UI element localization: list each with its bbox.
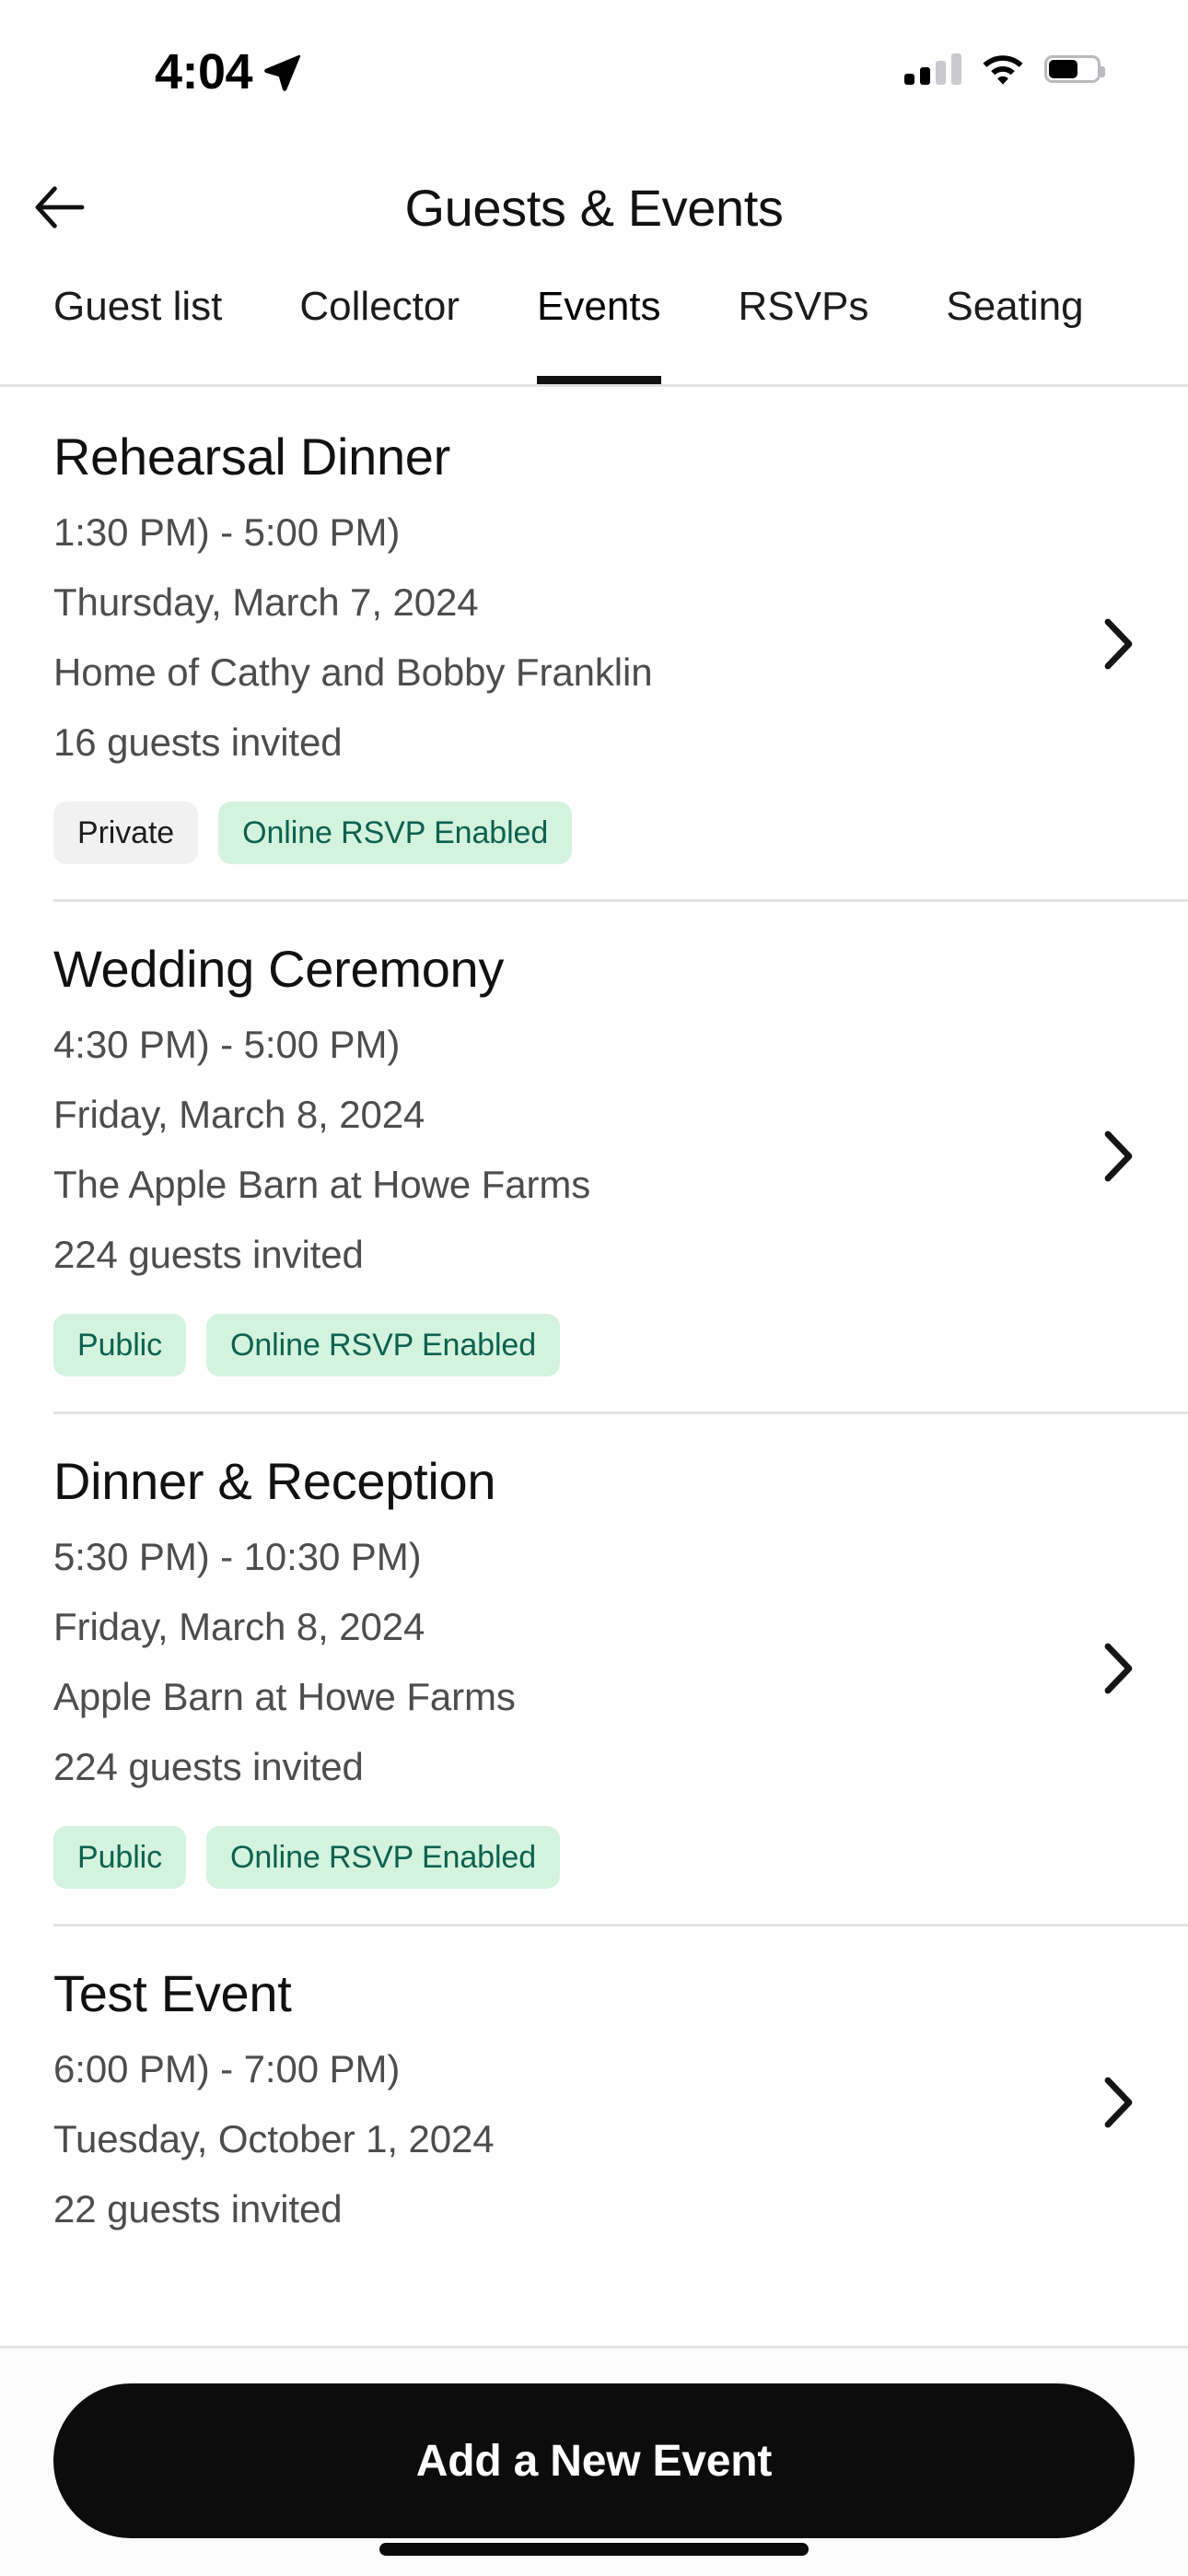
- event-title: Rehearsal Dinner: [53, 427, 450, 486]
- event-list-item[interactable]: Rehearsal Dinner 1:30 PM) - 5:00 PM) Thu…: [0, 387, 1188, 899]
- back-button[interactable]: [20, 168, 99, 247]
- chevron-right-icon: [1104, 2077, 1133, 2128]
- arrow-left-icon: [35, 186, 85, 228]
- event-details: Rehearsal Dinner 1:30 PM) - 5:00 PM) Thu…: [53, 424, 1072, 864]
- status-bar-indicators: [904, 53, 1105, 85]
- event-date: Thursday, March 7, 2024: [53, 580, 479, 624]
- battery-icon: [1044, 55, 1105, 83]
- event-time: 4:30 PM) - 5:00 PM): [53, 1023, 401, 1066]
- wifi-icon: [983, 55, 1023, 85]
- event-list-item[interactable]: Wedding Ceremony 4:30 PM) - 5:00 PM) Fri…: [0, 899, 1188, 1411]
- page-title: Guests & Events: [404, 178, 784, 237]
- event-disclosure-button[interactable]: [1087, 1636, 1151, 1701]
- tab-rsvps[interactable]: RSVPs: [739, 267, 869, 384]
- event-title: Dinner & Reception: [53, 1452, 496, 1510]
- chevron-right-icon: [1104, 618, 1133, 670]
- chevron-right-icon: [1104, 1643, 1133, 1694]
- status-badge-visibility: Private: [53, 802, 199, 864]
- status-badge-rsvp: Online RSVP Enabled: [218, 802, 573, 864]
- event-disclosure-button[interactable]: [1087, 612, 1151, 676]
- event-details: Dinner & Reception 5:30 PM) - 10:30 PM) …: [53, 1448, 1072, 1889]
- status-badge-rsvp: Online RSVP Enabled: [206, 1314, 561, 1376]
- event-date: Tuesday, October 1, 2024: [53, 2117, 495, 2160]
- tab-guest-list[interactable]: Guest list: [53, 267, 222, 384]
- event-badges: Public Online RSVP Enabled: [53, 1314, 1072, 1376]
- event-location: The Apple Barn at Howe Farms: [53, 1163, 591, 1206]
- status-badge-rsvp: Online RSVP Enabled: [206, 1826, 561, 1889]
- event-time: 1:30 PM) - 5:00 PM): [53, 510, 401, 554]
- event-list-item[interactable]: Dinner & Reception 5:30 PM) - 10:30 PM) …: [0, 1411, 1188, 1924]
- events-list[interactable]: Rehearsal Dinner 1:30 PM) - 5:00 PM) Thu…: [0, 387, 1188, 2346]
- event-guest-count: 16 guests invited: [53, 720, 343, 764]
- event-time: 6:00 PM) - 7:00 PM): [53, 2047, 401, 2090]
- status-badge-visibility: Public: [53, 1314, 187, 1376]
- event-disclosure-button[interactable]: [1087, 2070, 1151, 2135]
- navigation-bar: Guests & Events: [0, 147, 1188, 267]
- cellular-signal-icon: [904, 53, 961, 85]
- event-location: Home of Cathy and Bobby Franklin: [53, 650, 653, 694]
- event-guest-count: 22 guests invited: [53, 2187, 343, 2231]
- chevron-right-icon: [1104, 1130, 1133, 1182]
- event-disclosure-button[interactable]: [1087, 1124, 1151, 1188]
- event-location: Apple Barn at Howe Farms: [53, 1675, 516, 1718]
- location-arrow-icon: [264, 54, 301, 91]
- app-screen: 4:04 Guests & Events Guest list Collecto…: [0, 0, 1188, 2576]
- event-badges: Private Online RSVP Enabled: [53, 802, 1072, 864]
- tab-seating[interactable]: Seating: [946, 267, 1083, 384]
- status-bar: 4:04: [0, 0, 1188, 147]
- event-time: 5:30 PM) - 10:30 PM): [53, 1535, 422, 1578]
- event-list-item[interactable]: Test Event 6:00 PM) - 7:00 PM) Tuesday, …: [0, 1924, 1188, 2279]
- home-indicator: [379, 2543, 809, 2556]
- event-title: Test Event: [53, 1964, 292, 2022]
- status-bar-time: 4:04: [155, 44, 253, 100]
- event-details: Wedding Ceremony 4:30 PM) - 5:00 PM) Fri…: [53, 936, 1072, 1376]
- event-title: Wedding Ceremony: [53, 940, 505, 998]
- add-new-event-button[interactable]: Add a New Event: [53, 2383, 1135, 2538]
- event-details: Test Event 6:00 PM) - 7:00 PM) Tuesday, …: [53, 1961, 1072, 2244]
- tab-collector[interactable]: Collector: [299, 267, 460, 384]
- bottom-action-bar: Add a New Event: [0, 2346, 1188, 2576]
- event-date: Friday, March 8, 2024: [53, 1093, 425, 1136]
- event-date: Friday, March 8, 2024: [53, 1605, 425, 1648]
- event-guest-count: 224 guests invited: [53, 1745, 364, 1788]
- event-guest-count: 224 guests invited: [53, 1233, 364, 1276]
- status-badge-visibility: Public: [53, 1826, 187, 1889]
- tab-events[interactable]: Events: [537, 267, 661, 384]
- tab-bar[interactable]: Guest list Collector Events RSVPs Seatin…: [0, 267, 1188, 387]
- event-badges: Public Online RSVP Enabled: [53, 1826, 1072, 1889]
